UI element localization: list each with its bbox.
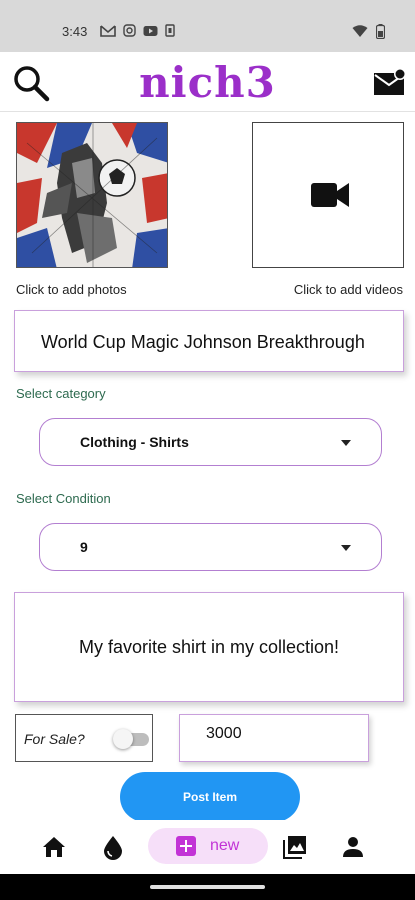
system-icons [352, 24, 385, 39]
photo-thumbnail[interactable] [16, 122, 168, 268]
add-box-icon [176, 836, 196, 856]
home-icon [43, 837, 65, 857]
nav-new-button[interactable]: new [148, 828, 268, 864]
home-gesture-handle[interactable] [150, 885, 265, 889]
category-select[interactable]: Clothing - Shirts [39, 418, 382, 466]
for-sale-toggle[interactable] [113, 729, 151, 749]
gesture-bar [0, 874, 415, 900]
mail-notification-icon [374, 68, 406, 95]
profile-icon [343, 837, 363, 857]
price-input[interactable]: 3000 [179, 714, 369, 762]
post-item-button[interactable]: Post Item [120, 772, 300, 822]
battery-icon [376, 24, 385, 39]
video-camera-icon [311, 183, 349, 207]
instagram-icon [123, 24, 136, 37]
brand-logo: nich3 [139, 58, 276, 107]
app-header: nich3 [0, 52, 415, 112]
add-videos-label[interactable]: Click to add videos [294, 282, 403, 297]
item-title-input[interactable]: World Cup Magic Johnson Breakthrough [14, 310, 404, 372]
notification-icons [100, 24, 175, 37]
price-value: 3000 [206, 725, 242, 742]
status-bar: 3:43 [0, 0, 415, 52]
nav-drop[interactable] [100, 834, 126, 860]
shirt-photo [17, 123, 167, 267]
condition-select[interactable]: 9 [39, 523, 382, 571]
description-input[interactable]: My favorite shirt in my collection! [14, 592, 404, 702]
condition-value: 9 [80, 539, 88, 555]
sim-icon [165, 24, 175, 37]
bottom-nav: new [0, 820, 415, 874]
category-label: Select category [16, 386, 106, 401]
youtube-icon [143, 25, 158, 36]
wifi-icon [352, 25, 368, 37]
category-value: Clothing - Shirts [80, 434, 189, 450]
drop-icon [104, 836, 122, 860]
add-photos-label[interactable]: Click to add photos [16, 282, 127, 297]
add-video-box[interactable] [252, 122, 404, 268]
status-time: 3:43 [62, 24, 88, 39]
chevron-down-icon [341, 440, 351, 446]
item-title-value: World Cup Magic Johnson Breakthrough [41, 332, 365, 352]
chevron-down-icon [341, 545, 351, 551]
messages-button[interactable] [373, 68, 407, 98]
nav-gallery[interactable] [282, 834, 308, 860]
condition-label: Select Condition [16, 491, 111, 506]
gmail-icon [100, 24, 116, 37]
for-sale-box: For Sale? [15, 714, 153, 762]
description-value: My favorite shirt in my collection! [78, 637, 340, 657]
gallery-icon [283, 836, 306, 859]
nav-new-label: new [210, 837, 240, 854]
for-sale-label: For Sale? [24, 731, 85, 747]
toggle-knob [113, 729, 133, 749]
nav-home[interactable] [41, 834, 67, 860]
nav-profile[interactable] [340, 834, 366, 860]
